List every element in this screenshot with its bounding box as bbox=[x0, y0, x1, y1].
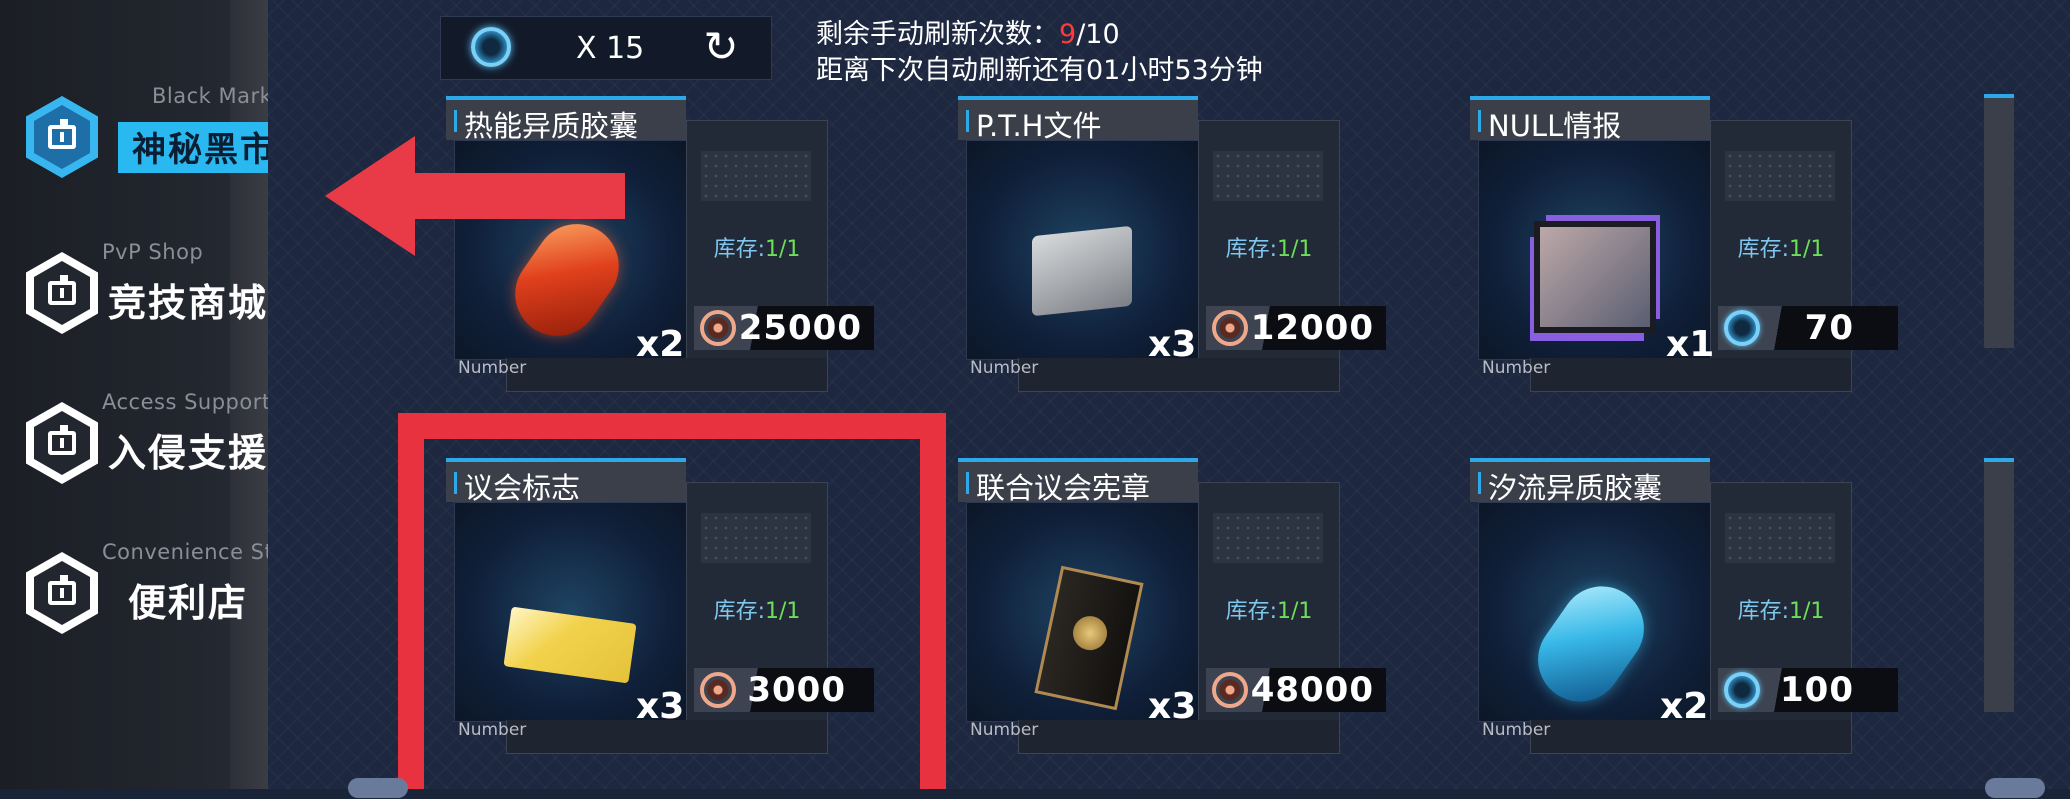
price-button[interactable]: 25000 bbox=[694, 306, 874, 350]
item-price: 100 bbox=[1780, 670, 1854, 710]
item-quantity: x2 bbox=[636, 324, 685, 365]
sidebar-item-cn-label: 便利店 bbox=[128, 581, 249, 625]
stock-value: 1/1 bbox=[1789, 599, 1825, 624]
coin-currency-icon bbox=[1212, 310, 1248, 346]
annotation-arrow-shaft bbox=[400, 173, 625, 219]
shop-icon bbox=[26, 402, 98, 484]
thermal-capsule-icon bbox=[498, 207, 636, 353]
annotation-arrow-head bbox=[325, 136, 415, 256]
item-quantity: x3 bbox=[1148, 324, 1197, 365]
shop-item-card[interactable]: 库存:1/1 P.T.H文件 Number x3 12000 bbox=[958, 96, 1386, 392]
item-price: 25000 bbox=[738, 308, 862, 348]
number-label: Number bbox=[1482, 358, 1551, 378]
manual-refresh-total: /10 bbox=[1076, 19, 1120, 50]
item-price: 48000 bbox=[1250, 670, 1374, 710]
stock-text: 库存:1/1 bbox=[1199, 593, 1339, 625]
number-label: Number bbox=[970, 358, 1039, 378]
sidebar-item-cn-label: 竞技商城 bbox=[108, 281, 269, 325]
partial-card[interactable] bbox=[1984, 94, 2014, 348]
stock-label: 库存: bbox=[1225, 237, 1277, 262]
folder-icon bbox=[1032, 225, 1132, 317]
stock-label: 库存: bbox=[713, 237, 765, 262]
price-button[interactable]: 48000 bbox=[1206, 668, 1386, 712]
item-quantity: x3 bbox=[1148, 686, 1197, 727]
gem-currency-icon bbox=[471, 27, 511, 67]
charter-icon bbox=[1034, 565, 1144, 711]
price-button[interactable]: 12000 bbox=[1206, 306, 1386, 350]
shop-item-card[interactable]: 库存:1/1 热能异质胶囊 Number x2 25000 bbox=[446, 96, 874, 392]
shop-sidebar: Black Market 神秘黑市 PvP Shop 竞技商城 Access S… bbox=[0, 0, 308, 789]
gem-currency-icon bbox=[1724, 310, 1760, 346]
item-price: 70 bbox=[1804, 308, 1854, 348]
gem-currency-icon bbox=[1724, 672, 1760, 708]
scroll-right-handle[interactable] bbox=[1985, 778, 2045, 798]
shop-icon bbox=[26, 252, 98, 334]
manual-refresh-used: 9 bbox=[1059, 19, 1077, 50]
number-label: Number bbox=[1482, 720, 1551, 740]
price-button[interactable]: 100 bbox=[1718, 668, 1898, 712]
currency-bar: X 15 ↻ bbox=[440, 16, 772, 80]
stock-value: 1/1 bbox=[1277, 237, 1313, 262]
stock-label: 库存: bbox=[1225, 599, 1277, 624]
number-label: Number bbox=[970, 720, 1039, 740]
price-button[interactable]: 70 bbox=[1718, 306, 1898, 350]
stock-text: 库存:1/1 bbox=[1199, 231, 1339, 263]
annotation-highlight-box bbox=[398, 413, 946, 789]
item-name: 联合议会宪章 bbox=[976, 471, 1151, 505]
shop-icon bbox=[26, 96, 98, 178]
item-name-tab: 汐流异质胶囊 bbox=[1470, 458, 1710, 505]
item-name: NULL情报 bbox=[1488, 109, 1622, 143]
portrait-icon bbox=[1534, 221, 1656, 333]
refresh-icon[interactable]: ↻ bbox=[699, 25, 743, 69]
shop-icon bbox=[26, 552, 98, 634]
sidebar-item-cn-label: 入侵支援 bbox=[108, 431, 269, 475]
item-name-tab: 热能异质胶囊 bbox=[446, 96, 686, 143]
sidebar-item-cn-label: 神秘黑市 bbox=[118, 122, 290, 173]
manual-refresh-count: 剩余手动刷新次数：9/10 bbox=[816, 12, 1120, 51]
auto-refresh-timer: 距离下次自动刷新还有01小时53分钟 bbox=[816, 55, 1263, 86]
coin-currency-icon bbox=[1212, 672, 1248, 708]
manual-refresh-label: 剩余手动刷新次数： bbox=[816, 19, 1059, 50]
stock-label: 库存: bbox=[1737, 599, 1789, 624]
stock-value: 1/1 bbox=[1789, 237, 1825, 262]
scroll-left-handle[interactable] bbox=[348, 778, 408, 798]
item-name: 汐流异质胶囊 bbox=[1488, 471, 1663, 505]
item-quantity: x2 bbox=[1660, 686, 1709, 727]
item-name: 热能异质胶囊 bbox=[464, 109, 639, 143]
item-name: P.T.H文件 bbox=[976, 109, 1102, 143]
stock-text: 库存:1/1 bbox=[1711, 593, 1851, 625]
shop-item-card[interactable]: 库存:1/1 联合议会宪章 Number x3 48000 bbox=[958, 458, 1386, 754]
item-name-tab: 联合议会宪章 bbox=[958, 458, 1198, 505]
item-price: 12000 bbox=[1250, 308, 1374, 348]
item-name-tab: P.T.H文件 bbox=[958, 96, 1198, 143]
shop-item-card[interactable]: 库存:1/1 汐流异质胶囊 Number x2 100 bbox=[1470, 458, 1898, 754]
stock-text: 库存:1/1 bbox=[1711, 231, 1851, 263]
stock-label: 库存: bbox=[1737, 237, 1789, 262]
item-quantity: x1 bbox=[1666, 324, 1715, 365]
number-label: Number bbox=[458, 358, 527, 378]
stock-value: 1/1 bbox=[765, 237, 801, 262]
item-name-tab: NULL情报 bbox=[1470, 96, 1710, 143]
stock-text: 库存:1/1 bbox=[687, 231, 827, 263]
tidal-capsule-icon bbox=[1521, 569, 1661, 719]
shop-item-card[interactable]: 库存:1/1 NULL情报 Number x1 70 bbox=[1470, 96, 1898, 392]
coin-currency-icon bbox=[700, 310, 736, 346]
partial-card[interactable] bbox=[1984, 458, 2014, 712]
currency-count: X 15 bbox=[576, 31, 645, 66]
stock-value: 1/1 bbox=[1277, 599, 1313, 624]
